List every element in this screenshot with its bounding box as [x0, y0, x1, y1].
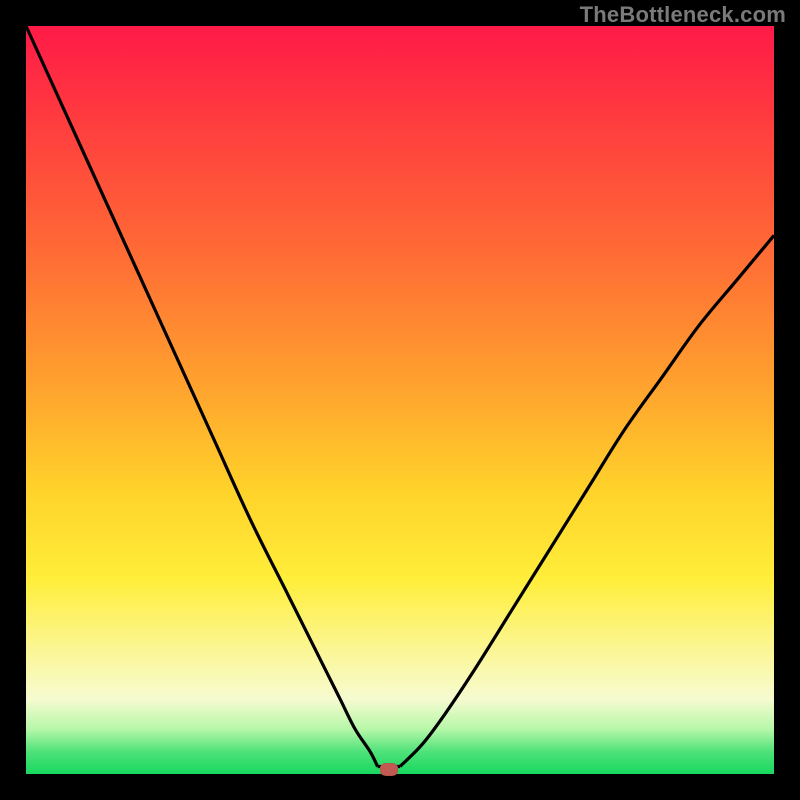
chart-frame: TheBottleneck.com [0, 0, 800, 800]
curve-right-branch [400, 235, 774, 766]
curve-left-branch [26, 26, 378, 767]
optimal-point-marker [380, 763, 398, 776]
plot-area [26, 26, 774, 774]
bottleneck-curve [26, 26, 774, 774]
watermark-text: TheBottleneck.com [580, 2, 786, 28]
